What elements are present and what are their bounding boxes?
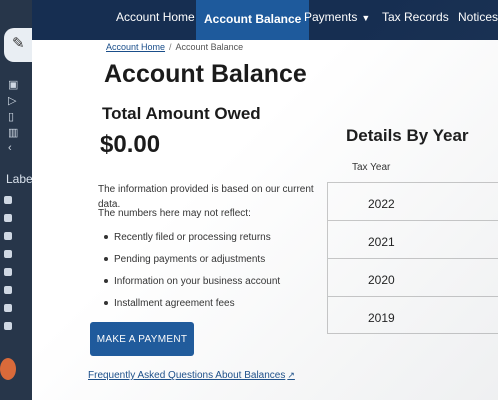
- top-navigation: Account Home Account Balance Payments ▼ T…: [32, 0, 498, 40]
- details-by-year-title: Details By Year: [346, 126, 469, 145]
- label-icon[interactable]: [4, 250, 12, 258]
- avatar: [0, 358, 16, 380]
- nav-notices[interactable]: Notices a: [458, 10, 498, 24]
- tax-year-row[interactable]: 2019: [327, 296, 498, 334]
- account-balance-page: Account Home Account Balance Payments ▼ T…: [32, 0, 498, 400]
- label-icon[interactable]: [4, 196, 12, 204]
- label-icon[interactable]: [4, 268, 12, 276]
- breadcrumb-separator: /: [169, 42, 172, 52]
- faq-link[interactable]: Frequently Asked Questions About Balance…: [88, 370, 295, 381]
- list-item-text: Installment agreement fees: [114, 298, 235, 309]
- bullet-icon: [104, 301, 108, 306]
- chevron-down-icon: ▼: [361, 13, 371, 23]
- label-icon[interactable]: [4, 286, 12, 294]
- bullet-icon: [104, 279, 108, 284]
- reflect-text: The numbers here may not reflect:: [98, 208, 251, 219]
- label-icon[interactable]: [4, 214, 12, 222]
- list-item-text: Pending payments or adjustments: [114, 254, 266, 265]
- caveat-list: Recently filed or processing returns Pen…: [104, 232, 280, 320]
- breadcrumb-current: Account Balance: [175, 42, 244, 52]
- list-item: Recently filed or processing returns: [104, 232, 280, 254]
- nav-account-home[interactable]: Account Home: [116, 10, 195, 24]
- tax-year-column-header: Tax Year: [352, 162, 391, 173]
- list-item: Pending payments or adjustments: [104, 254, 280, 276]
- list-item: Information on your business account: [104, 276, 280, 298]
- label-icon[interactable]: [4, 232, 12, 240]
- list-item-text: Information on your business account: [114, 276, 281, 287]
- faq-link-text: Frequently Asked Questions About Balance…: [88, 370, 286, 381]
- label-list: [4, 196, 12, 340]
- total-owed-value: $0.00: [100, 131, 161, 158]
- tax-year-row[interactable]: 2021: [327, 220, 498, 258]
- bullet-icon: [104, 235, 108, 240]
- bullet-icon: [104, 257, 108, 262]
- label-icon[interactable]: [4, 322, 12, 330]
- nav-payments-label: Payments: [304, 10, 358, 24]
- external-link-icon: ↗: [287, 370, 295, 380]
- breadcrumb: Account Home / Account Balance: [106, 42, 243, 52]
- list-item: Installment agreement fees: [104, 298, 280, 320]
- nav-tax-records[interactable]: Tax Records: [382, 10, 449, 24]
- tax-year-row[interactable]: 2022: [327, 182, 498, 220]
- list-item-text: Recently filed or processing returns: [114, 232, 271, 243]
- nav-payments[interactable]: Payments ▼: [304, 10, 370, 24]
- pencil-icon: ✎: [12, 35, 25, 52]
- total-owed-label: Total Amount Owed: [102, 104, 261, 123]
- label-icon[interactable]: [4, 304, 12, 312]
- make-payment-button[interactable]: MAKE A PAYMENT: [90, 322, 194, 356]
- nav-account-balance[interactable]: Account Balance: [196, 0, 310, 40]
- tax-year-table: 2022 2021 2020 2019: [327, 182, 498, 334]
- tax-year-row[interactable]: 2020: [327, 258, 498, 296]
- breadcrumb-home-link[interactable]: Account Home: [106, 42, 165, 52]
- page-title: Account Balance: [104, 60, 307, 88]
